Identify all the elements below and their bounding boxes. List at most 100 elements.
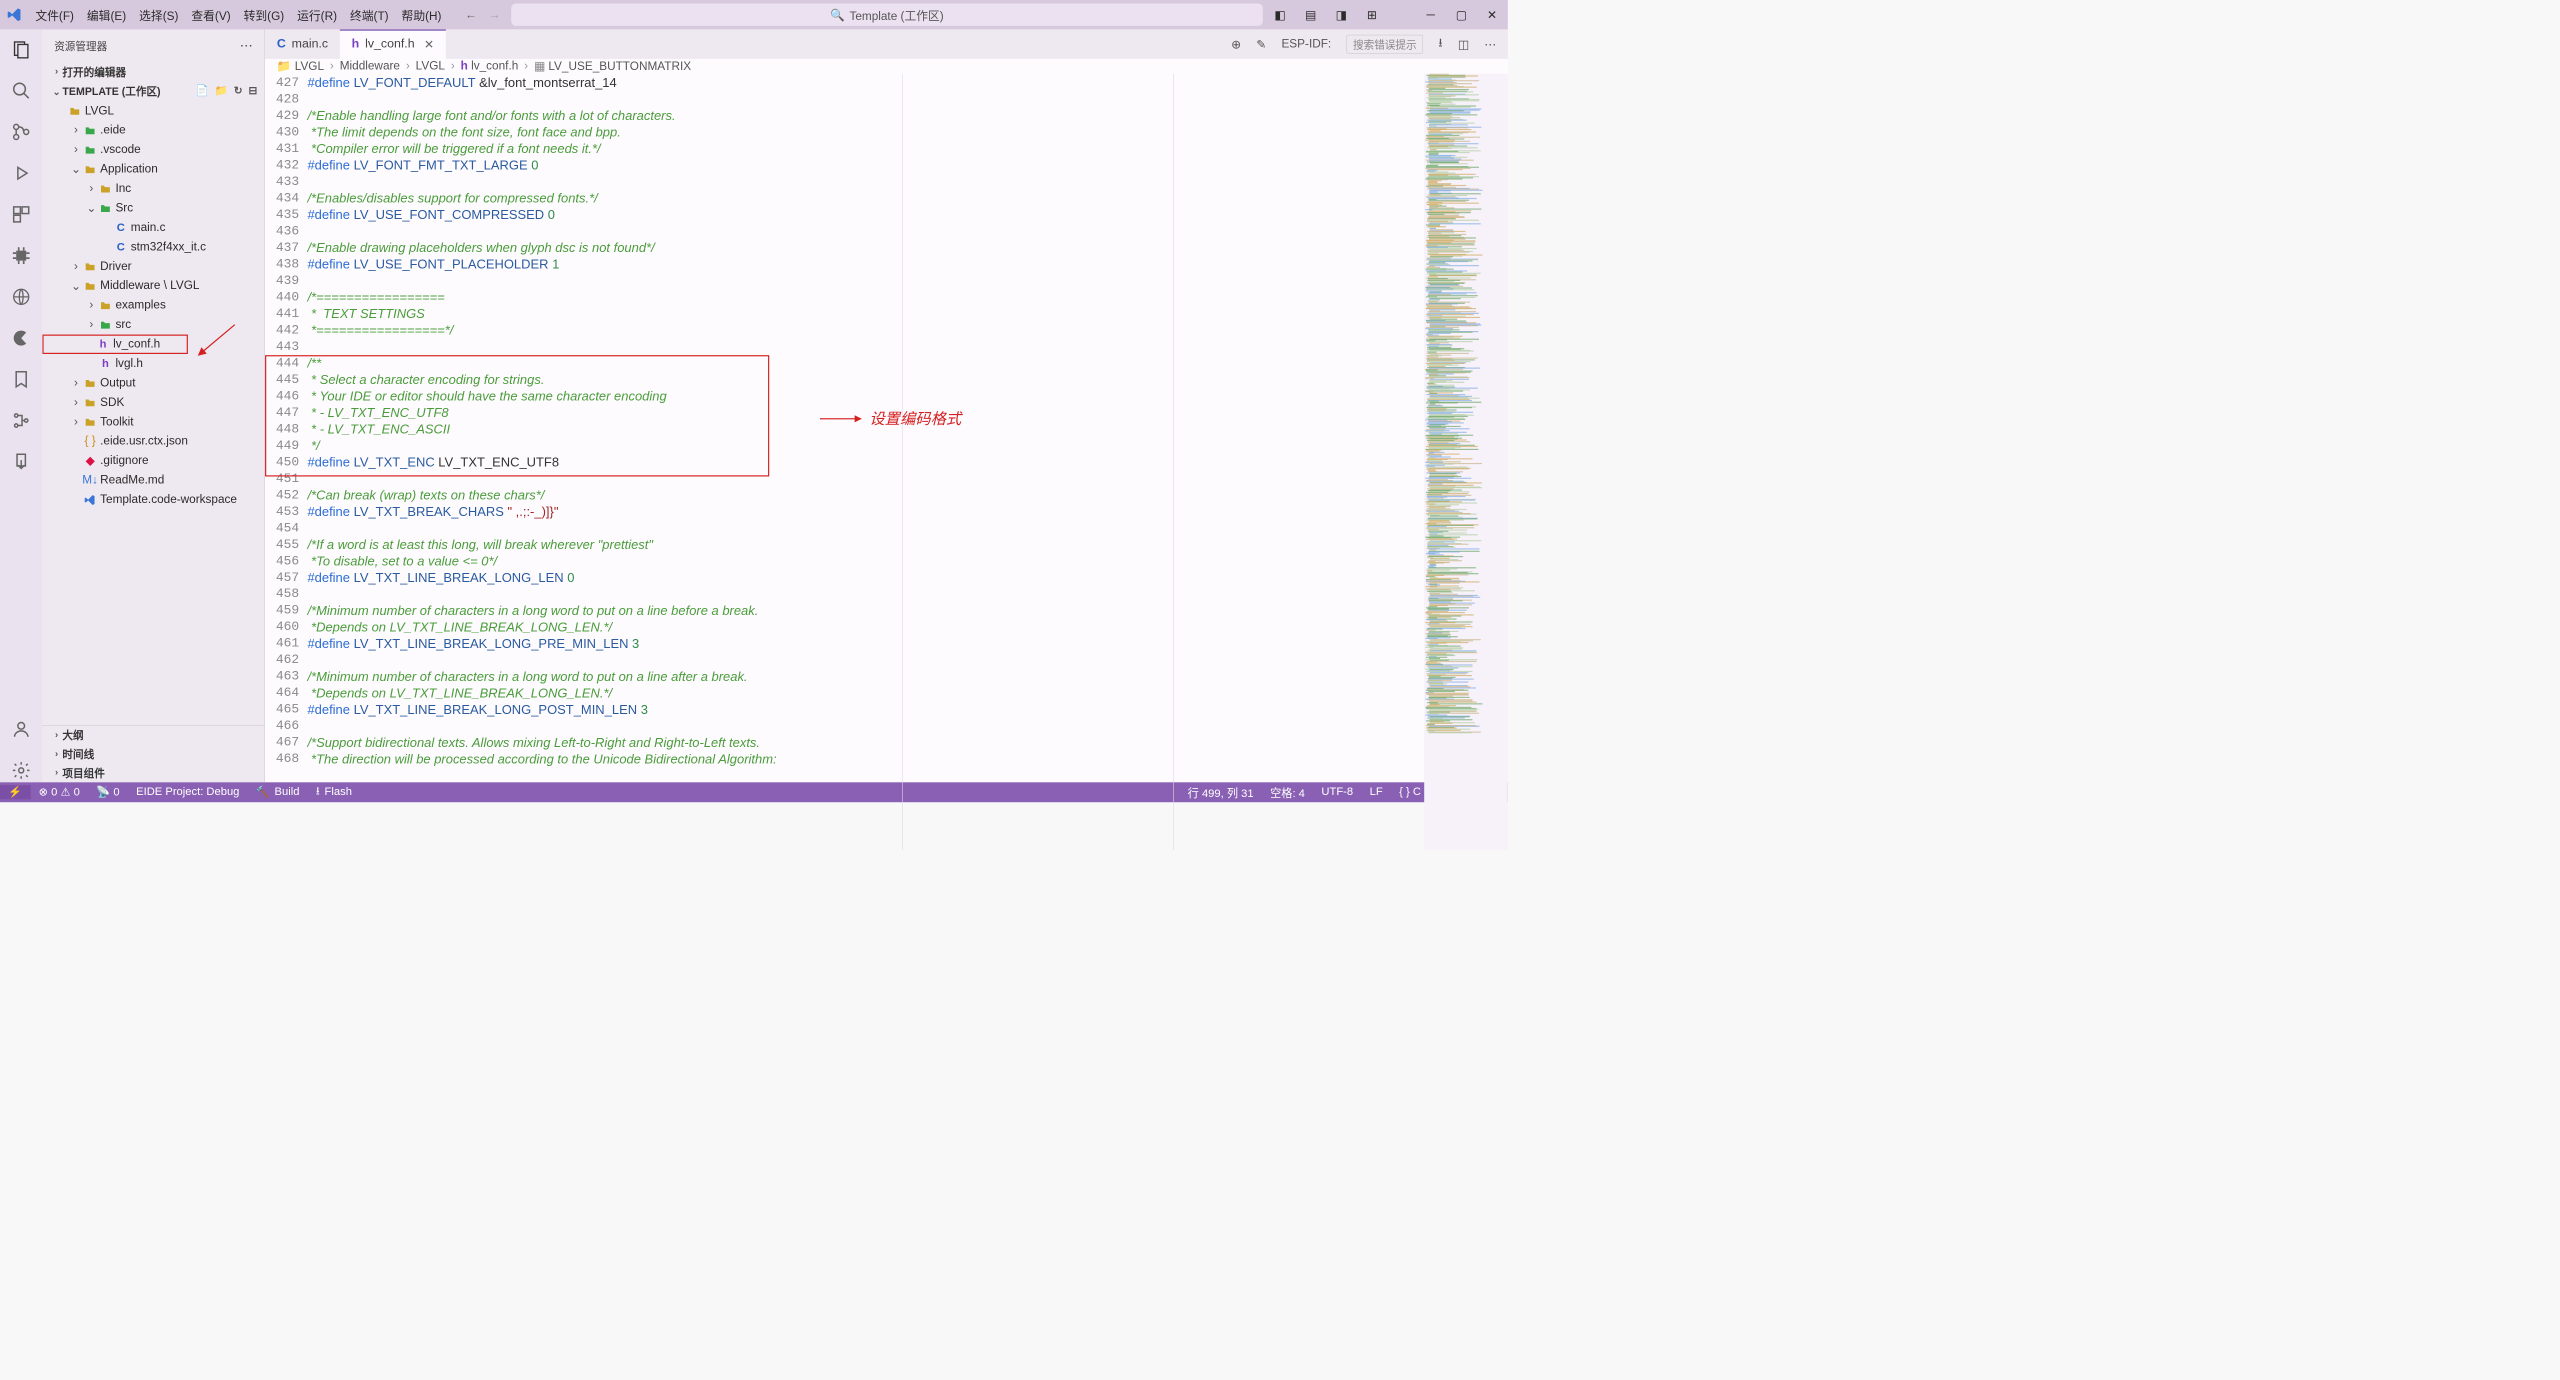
breadcrumb-seg[interactable]: ▦ LV_USE_BUTTONMATRIX — [534, 59, 691, 74]
tab-search-box[interactable]: 搜索错误提示 — [1347, 35, 1424, 54]
tree-item[interactable]: Cstm32f4xx_it.c — [42, 237, 264, 256]
breadcrumb-seg[interactable]: Middleware — [340, 59, 400, 73]
minimap[interactable] — [1424, 74, 1508, 850]
activity-globe-icon[interactable] — [9, 285, 33, 309]
tree-item[interactable]: LVGL — [42, 101, 264, 120]
status-problems[interactable]: ⊗ 0 ⚠ 0 — [30, 785, 88, 799]
window-close-icon[interactable]: ✕ — [1485, 7, 1498, 22]
tab-more-icon[interactable]: ⋯ — [1484, 37, 1496, 52]
status-remote[interactable]: ⚡ — [0, 785, 30, 799]
tree-item[interactable]: ›Toolkit — [42, 412, 264, 431]
tree-item[interactable]: Template.code-workspace — [42, 490, 264, 509]
layout-secondary-icon[interactable]: ◨ — [1335, 7, 1348, 22]
new-file-icon[interactable]: 📄 — [196, 85, 209, 97]
layout-primary-icon[interactable]: ◧ — [1273, 7, 1286, 22]
tree-item[interactable]: ›examples — [42, 296, 264, 315]
sidebar: 资源管理器 ⋯ ›打开的编辑器 ⌄TEMPLATE (工作区) 📄 📁 ↻ ⊟ … — [42, 29, 265, 782]
title-bar: 文件(F)编辑(E)选择(S)查看(V)转到(G)运行(R)终端(T)帮助(H)… — [0, 0, 1508, 29]
file-tree[interactable]: LVGL›.eide›.vscode⌄Application›Inc⌄SrcCm… — [42, 100, 264, 725]
tree-item[interactable]: hlvgl.h — [42, 354, 264, 373]
activity-explorer-icon[interactable] — [9, 38, 33, 62]
tree-item[interactable]: ›Driver — [42, 257, 264, 276]
activity-chip-icon[interactable] — [9, 244, 33, 268]
annotation-arrow: 设置编码格式 — [820, 411, 961, 427]
activity-tree-icon[interactable] — [9, 409, 33, 433]
tree-item[interactable]: ⌄Application — [42, 160, 264, 179]
wand-icon[interactable]: ✎ — [1256, 37, 1266, 52]
nav-back-icon[interactable]: ← — [465, 8, 477, 22]
compass-icon[interactable]: ⊕ — [1231, 37, 1241, 52]
refresh-icon[interactable]: ↻ — [234, 85, 243, 97]
tree-item[interactable]: ›SDK — [42, 393, 264, 412]
status-ports[interactable]: 📡 0 — [88, 785, 128, 799]
menu-item[interactable]: 转到(G) — [238, 6, 290, 23]
tree-item[interactable]: ⌄Src — [42, 198, 264, 217]
tree-item[interactable]: Cmain.c — [42, 218, 264, 237]
activity-down-icon[interactable] — [9, 450, 33, 474]
activity-extensions-icon[interactable] — [9, 203, 33, 227]
breadcrumb-seg[interactable]: LVGL — [416, 59, 445, 73]
components-section[interactable]: ›项目组件 — [42, 763, 264, 782]
menu-bar: 文件(F)编辑(E)选择(S)查看(V)转到(G)运行(R)终端(T)帮助(H) — [29, 6, 447, 23]
line-gutter: 427 428 429 430 431 432 433 434 435 436 … — [265, 74, 307, 850]
menu-item[interactable]: 选择(S) — [133, 6, 184, 23]
annotation-text: 设置编码格式 — [869, 411, 961, 427]
activity-debug-icon[interactable] — [9, 161, 33, 185]
layout-custom-icon[interactable]: ⊞ — [1365, 7, 1378, 22]
window-min-icon[interactable]: ─ — [1424, 8, 1437, 22]
tree-item[interactable]: hlv_conf.h — [42, 335, 187, 354]
sidebar-more-icon[interactable]: ⋯ — [240, 38, 253, 53]
esp-idf-label: ESP-IDF: — [1281, 37, 1331, 51]
download-icon[interactable]: ⭳ — [1438, 34, 1442, 54]
tree-item[interactable]: ›src — [42, 315, 264, 334]
breadcrumb-seg[interactable]: 📁 LVGL — [277, 59, 324, 74]
tree-item[interactable]: ›Inc — [42, 179, 264, 198]
tab-close-icon[interactable]: ✕ — [424, 37, 434, 52]
layout-panel-icon[interactable]: ▤ — [1304, 7, 1317, 22]
tree-item[interactable]: ›Output — [42, 373, 264, 392]
editor-zone: Cmain.chlv_conf.h✕ ⊕ ✎ ESP-IDF: 搜索错误提示 ⭳… — [265, 29, 1508, 782]
menu-item[interactable]: 编辑(E) — [81, 6, 132, 23]
tree-item[interactable]: { }.eide.usr.ctx.json — [42, 432, 264, 451]
new-folder-icon[interactable]: 📁 — [215, 85, 228, 97]
search-icon: 🔍 — [830, 7, 845, 22]
code-area[interactable]: #define LV_FONT_DEFAULT &lv_font_montser… — [307, 74, 1424, 850]
activity-search-icon[interactable] — [9, 79, 33, 103]
sidebar-header: 资源管理器 ⋯ — [42, 29, 264, 62]
menu-item[interactable]: 运行(R) — [291, 6, 343, 23]
window-max-icon[interactable]: ▢ — [1455, 7, 1468, 22]
status-project[interactable]: EIDE Project: Debug — [128, 786, 248, 799]
tree-item[interactable]: ›.vscode — [42, 140, 264, 159]
sidebar-title: 资源管理器 — [54, 38, 107, 53]
open-editors-section[interactable]: ›打开的编辑器 — [42, 62, 264, 81]
tree-item[interactable]: ›.eide — [42, 121, 264, 140]
nav-arrows[interactable]: ← → — [465, 8, 500, 22]
activity-bar — [0, 29, 42, 782]
tree-item[interactable]: ⌄Middleware \ LVGL — [42, 276, 264, 295]
activity-account-icon[interactable] — [9, 717, 33, 741]
nav-fwd-icon[interactable]: → — [489, 8, 501, 22]
menu-item[interactable]: 终端(T) — [344, 6, 394, 23]
collapse-icon[interactable]: ⊟ — [249, 85, 258, 97]
activity-settings-icon[interactable] — [9, 759, 33, 783]
activity-scm-icon[interactable] — [9, 120, 33, 144]
breadcrumb-seg[interactable]: h lv_conf.h — [461, 59, 519, 73]
search-text: Template (工作区) — [849, 6, 943, 23]
workspace-section[interactable]: ⌄TEMPLATE (工作区) 📄 📁 ↻ ⊟ — [42, 81, 264, 100]
vscode-logo-icon — [0, 7, 29, 22]
tree-item[interactable]: M↓ReadMe.md — [42, 471, 264, 490]
menu-item[interactable]: 查看(V) — [185, 6, 236, 23]
activity-pacman-icon[interactable] — [9, 326, 33, 350]
command-center[interactable]: 🔍 Template (工作区) — [511, 4, 1263, 26]
menu-item[interactable]: 帮助(H) — [396, 6, 448, 23]
editor-tab[interactable]: hlv_conf.h✕ — [340, 29, 446, 58]
editor-tabs: Cmain.chlv_conf.h✕ ⊕ ✎ ESP-IDF: 搜索错误提示 ⭳… — [265, 29, 1508, 58]
menu-item[interactable]: 文件(F) — [29, 6, 79, 23]
outline-section[interactable]: ›大纲 — [42, 726, 264, 745]
activity-bookmark-icon[interactable] — [9, 368, 33, 392]
timeline-section[interactable]: ›时间线 — [42, 744, 264, 763]
breadcrumb[interactable]: 📁 LVGL›Middleware›LVGL›h lv_conf.h›▦ LV_… — [265, 59, 1508, 74]
editor-tab[interactable]: Cmain.c — [265, 29, 340, 58]
split-icon[interactable]: ◫ — [1458, 37, 1469, 52]
tree-item[interactable]: ◆.gitignore — [42, 451, 264, 470]
